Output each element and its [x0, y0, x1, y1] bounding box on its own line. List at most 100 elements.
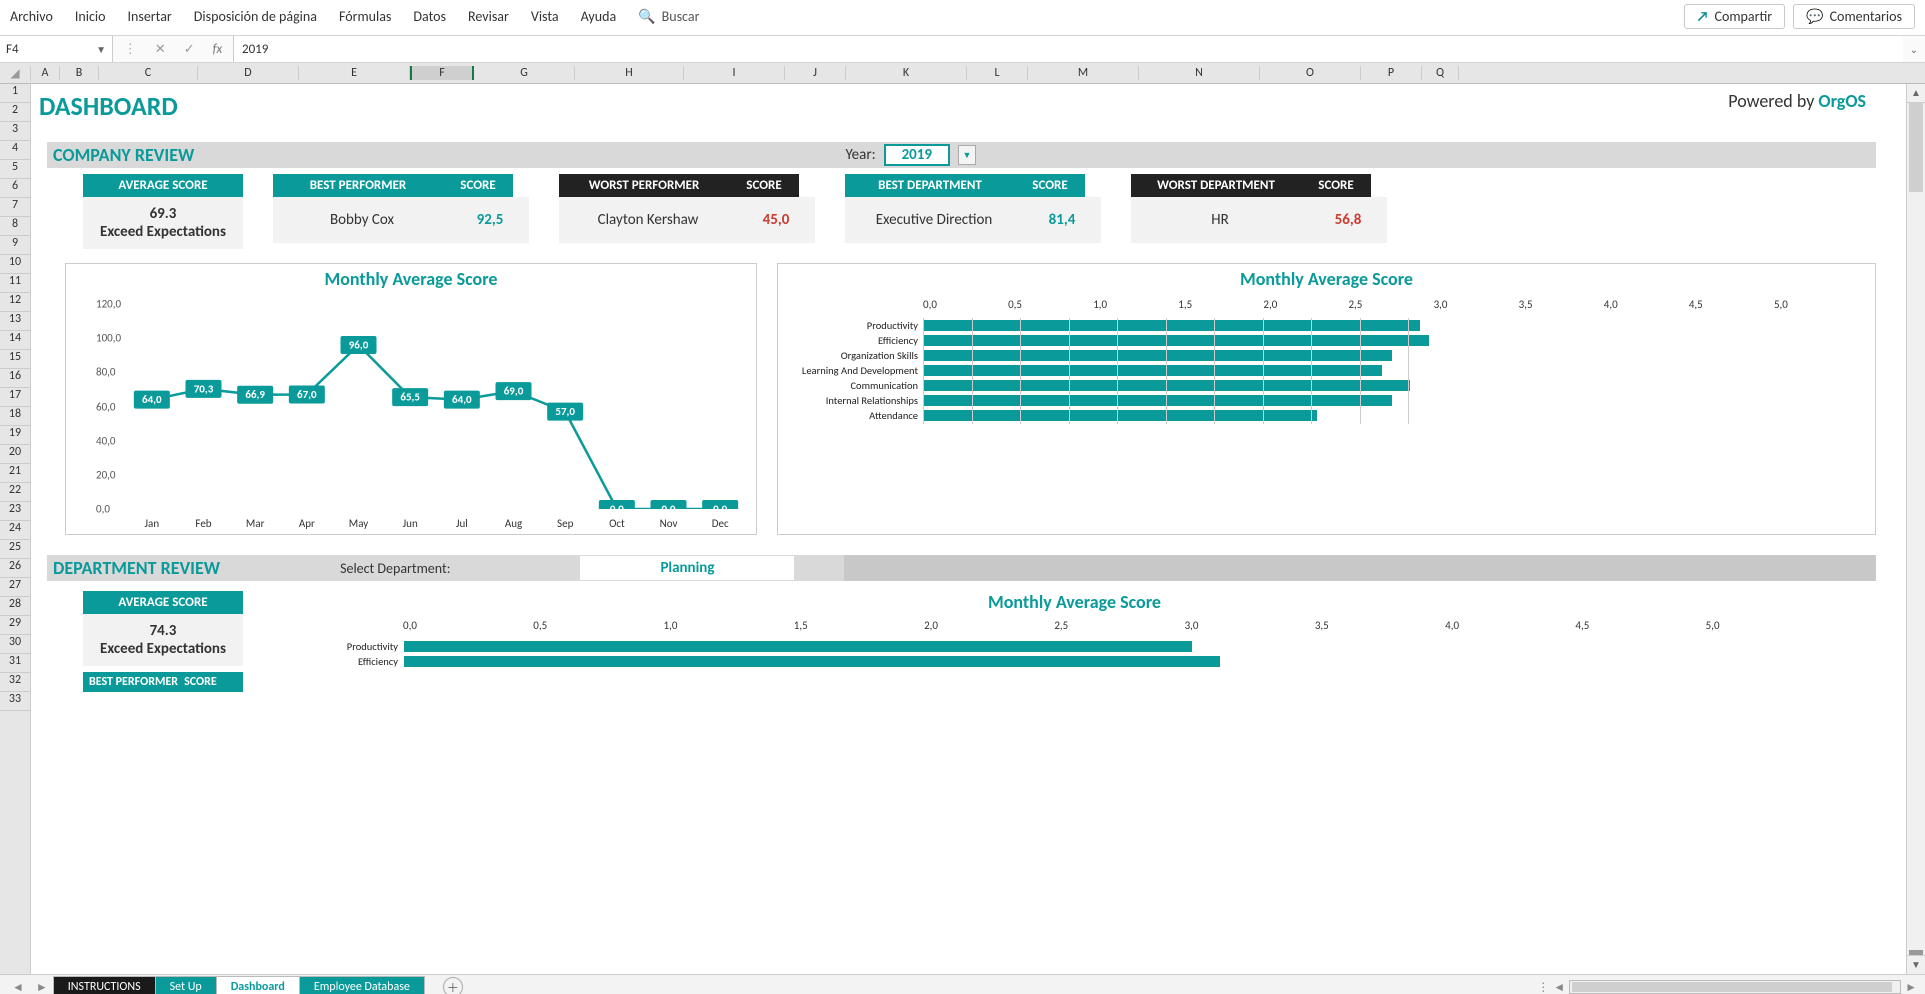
- tab-instructions[interactable]: INSTRUCTIONS: [53, 976, 156, 994]
- year-value[interactable]: 2019: [884, 144, 950, 166]
- row-header[interactable]: 4: [0, 141, 30, 160]
- worksheet-area[interactable]: DASHBOARD Powered by OrgOS COMPANY REVIE…: [31, 84, 1906, 732]
- fx-icon[interactable]: fx: [213, 42, 223, 57]
- name-box-dropdown-icon[interactable]: ▼: [96, 43, 106, 56]
- menu-file[interactable]: Archivo: [10, 8, 53, 25]
- row-header[interactable]: 15: [0, 350, 30, 369]
- hbar-bar: [924, 395, 1392, 406]
- column-header[interactable]: L: [967, 66, 1028, 80]
- menu-home[interactable]: Inicio: [75, 8, 106, 25]
- menu-formulas[interactable]: Fórmulas: [339, 8, 391, 25]
- accept-formula-icon[interactable]: ✓: [184, 42, 195, 57]
- column-header[interactable]: O: [1260, 66, 1361, 80]
- column-header[interactable]: J: [785, 66, 846, 80]
- column-header[interactable]: M: [1028, 66, 1139, 80]
- row-header[interactable]: 27: [0, 578, 30, 597]
- hscroll-thumb[interactable]: [1572, 982, 1892, 992]
- menu-help[interactable]: Ayuda: [581, 8, 617, 25]
- share-button[interactable]: ↗ Compartir: [1684, 4, 1785, 29]
- menu-review[interactable]: Revisar: [468, 8, 509, 25]
- row-header[interactable]: 3: [0, 122, 30, 141]
- row-header[interactable]: 24: [0, 521, 30, 540]
- row-header[interactable]: 29: [0, 616, 30, 635]
- row-header[interactable]: 18: [0, 407, 30, 426]
- cancel-formula-icon[interactable]: ✕: [155, 42, 166, 57]
- column-header[interactable]: H: [575, 66, 684, 80]
- vertical-scrollbar[interactable]: ▲ ▼: [1906, 84, 1925, 974]
- row-header[interactable]: 23: [0, 502, 30, 521]
- column-header[interactable]: D: [198, 66, 299, 80]
- x-axis-tick: 5,0: [1706, 619, 1836, 632]
- add-sheet-button[interactable]: ＋: [443, 977, 463, 994]
- formula-options-icon[interactable]: ⋮: [124, 42, 137, 57]
- row-header[interactable]: 21: [0, 464, 30, 483]
- row-header[interactable]: 1: [0, 84, 30, 103]
- tab-dashboard[interactable]: Dashboard: [216, 976, 300, 994]
- row-header[interactable]: 25: [0, 540, 30, 559]
- row-header[interactable]: 20: [0, 445, 30, 464]
- menu-data[interactable]: Datos: [413, 8, 446, 25]
- tab-next-icon[interactable]: ►: [30, 980, 54, 994]
- scroll-thumb[interactable]: [1909, 102, 1923, 192]
- select-all-corner[interactable]: ◢: [0, 66, 31, 81]
- company-hbar-chart[interactable]: Monthly Average Score 0,00,51,01,52,02,5…: [777, 263, 1876, 535]
- row-header[interactable]: 5: [0, 160, 30, 179]
- row-header[interactable]: 22: [0, 483, 30, 502]
- monthly-line-chart[interactable]: Monthly Average Score 64,070,366,967,096…: [65, 263, 757, 535]
- search-box[interactable]: 🔍 Buscar: [638, 8, 699, 25]
- menu-page-layout[interactable]: Disposición de página: [194, 8, 317, 25]
- row-header[interactable]: 28: [0, 597, 30, 616]
- row-header[interactable]: 11: [0, 274, 30, 293]
- tab-prev-icon[interactable]: ◄: [6, 980, 30, 994]
- hscroll-right-icon[interactable]: ►: [1905, 980, 1917, 994]
- tab-setup[interactable]: Set Up: [155, 976, 217, 994]
- row-header[interactable]: 2: [0, 103, 30, 122]
- horizontal-scrollbar[interactable]: [1569, 980, 1901, 994]
- column-header[interactable]: C: [99, 66, 198, 80]
- year-dropdown-icon[interactable]: ▼: [958, 145, 976, 165]
- column-header[interactable]: N: [1139, 66, 1260, 80]
- formula-expand-icon[interactable]: ⌄: [1903, 43, 1925, 56]
- formula-bar: F4 ▼ ⋮ ✕ ✓ fx 2019 ⌄: [0, 36, 1925, 63]
- x-axis-tick: 4,0: [1604, 298, 1689, 311]
- scroll-up-icon[interactable]: ▲: [1907, 84, 1925, 103]
- hbar-label: Efficiency: [273, 655, 404, 668]
- column-header[interactable]: E: [299, 66, 410, 80]
- hscroll-left-icon[interactable]: ◄: [1553, 980, 1565, 994]
- row-header[interactable]: 14: [0, 331, 30, 350]
- column-header[interactable]: B: [60, 66, 99, 80]
- row-header[interactable]: 33: [0, 692, 30, 711]
- name-box[interactable]: F4 ▼: [0, 36, 113, 62]
- column-header[interactable]: P: [1361, 66, 1422, 80]
- scroll-down-icon[interactable]: ▼: [1907, 955, 1925, 974]
- department-hbar-chart[interactable]: Monthly Average Score 0,00,51,01,52,02,5…: [273, 591, 1876, 681]
- tab-employee-database[interactable]: Employee Database: [299, 976, 425, 994]
- row-header[interactable]: 7: [0, 198, 30, 217]
- column-header[interactable]: I: [684, 66, 785, 80]
- row-header[interactable]: 13: [0, 312, 30, 331]
- row-header[interactable]: 12: [0, 293, 30, 312]
- formula-icons: ⋮ ✕ ✓ fx: [113, 36, 234, 62]
- row-header[interactable]: 6: [0, 179, 30, 198]
- row-header[interactable]: 9: [0, 236, 30, 255]
- formula-input[interactable]: 2019: [234, 36, 1903, 62]
- row-header[interactable]: 26: [0, 559, 30, 578]
- row-header[interactable]: 17: [0, 388, 30, 407]
- menu-view[interactable]: Vista: [531, 8, 559, 25]
- row-header[interactable]: 30: [0, 635, 30, 654]
- row-header[interactable]: 8: [0, 217, 30, 236]
- column-header[interactable]: K: [846, 66, 967, 80]
- tab-scroll-options-icon[interactable]: ⋮: [1537, 980, 1549, 994]
- selected-department[interactable]: Planning: [580, 556, 794, 580]
- column-header[interactable]: Q: [1422, 66, 1459, 80]
- column-header[interactable]: F: [410, 66, 474, 80]
- row-header[interactable]: 31: [0, 654, 30, 673]
- row-header[interactable]: 16: [0, 369, 30, 388]
- column-header[interactable]: G: [474, 66, 575, 80]
- row-header[interactable]: 19: [0, 426, 30, 445]
- menu-insert[interactable]: Insertar: [127, 8, 171, 25]
- column-header[interactable]: A: [31, 66, 60, 80]
- row-header[interactable]: 32: [0, 673, 30, 692]
- comments-button[interactable]: 💬 Comentarios: [1793, 4, 1915, 29]
- row-header[interactable]: 10: [0, 255, 30, 274]
